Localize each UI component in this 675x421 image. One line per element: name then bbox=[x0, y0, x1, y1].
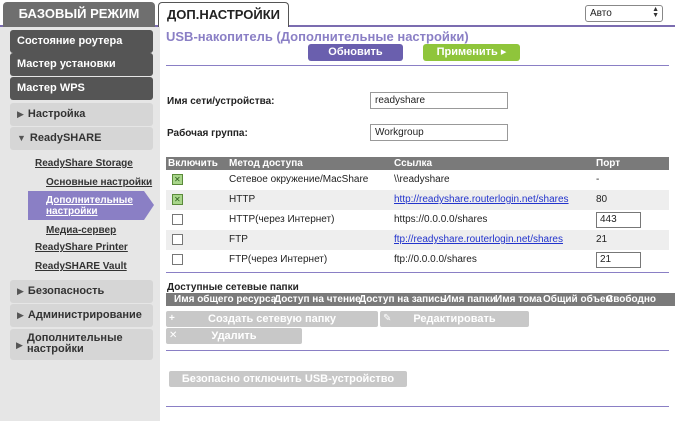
workgroup-input[interactable]: Workgroup bbox=[370, 124, 508, 141]
col-read-access: Доступ на чтение bbox=[274, 294, 361, 305]
port-cell: - bbox=[596, 174, 600, 185]
link-cell: https://0.0.0.0/shares bbox=[394, 214, 488, 225]
sidebar-item-administration[interactable]: ▶ Администрирование bbox=[10, 304, 153, 327]
table-row: Сетевое окружение/MacShare \\readyshare … bbox=[166, 170, 669, 190]
sidebar-item-router-status[interactable]: Состояние роутера bbox=[10, 30, 153, 53]
delete-button[interactable]: ✕ Удалить bbox=[166, 328, 302, 344]
edit-button[interactable]: ✎ Редактировать bbox=[380, 311, 529, 327]
sidebar-item-label: Администрирование bbox=[27, 309, 142, 321]
table-row: HTTP http://readyshare.routerlogin.net/s… bbox=[166, 190, 669, 210]
divider bbox=[166, 65, 669, 66]
divider bbox=[166, 406, 669, 407]
sidebar-item-security[interactable]: ▶ Безопасность bbox=[10, 280, 153, 303]
workgroup-label: Рабочая группа: bbox=[167, 128, 248, 139]
sidebar-item-advanced-setup[interactable]: ▶ Дополнительные настройки bbox=[10, 329, 153, 360]
method-cell: FTP bbox=[229, 234, 248, 245]
table-row: HTTP(через Интернет) https://0.0.0.0/sha… bbox=[166, 210, 669, 230]
sidebar-item-label: ReadySHARE bbox=[29, 132, 102, 144]
enable-checkbox[interactable] bbox=[172, 214, 183, 225]
col-volume-name: Имя тома bbox=[495, 294, 542, 305]
spinner-arrows-icon: ▲ ▼ bbox=[652, 6, 659, 19]
method-cell: Сетевое окружение/MacShare bbox=[229, 174, 369, 185]
sidebar-item-readyshare-printer[interactable]: ReadyShare Printer bbox=[35, 242, 128, 253]
divider bbox=[166, 272, 669, 273]
divider bbox=[166, 350, 669, 351]
delete-label: Удалить bbox=[211, 330, 257, 342]
col-enable: Включить bbox=[168, 158, 218, 169]
sidebar-item-label-line2: настройки bbox=[46, 206, 98, 217]
port-cell: 80 bbox=[596, 194, 608, 205]
caret-right-icon: ▶ bbox=[17, 286, 24, 296]
sidebar-item-label-line2: настройки bbox=[27, 343, 84, 355]
method-cell: HTTP bbox=[229, 194, 256, 205]
apply-button[interactable]: Применить ▸ bbox=[423, 44, 520, 61]
col-write-access: Доступ на запись bbox=[359, 294, 446, 305]
col-folder-name: Имя папки bbox=[444, 294, 496, 305]
safe-remove-usb-label: Безопасно отключить USB-устройство bbox=[181, 373, 395, 385]
folders-table-header: Имя общего ресурса Доступ на чтение Дост… bbox=[166, 293, 675, 306]
sidebar-item-readyshare[interactable]: ▼ ReadySHARE bbox=[10, 127, 153, 150]
sidebar-item-label: Настройка bbox=[27, 108, 86, 120]
caret-right-icon: ▶ bbox=[17, 310, 24, 320]
page-title: USB-накопитель (Дополнительные настройки… bbox=[166, 29, 469, 44]
col-share-name: Имя общего ресурса bbox=[174, 294, 277, 305]
language-select[interactable]: Авто ▲ ▼ bbox=[585, 5, 663, 22]
sidebar-item-label: Безопасность bbox=[27, 285, 105, 297]
caret-right-icon: ▶ bbox=[16, 340, 23, 350]
create-folder-button[interactable]: + Создать сетевую папку bbox=[166, 311, 378, 327]
col-link: Ссылка bbox=[394, 158, 433, 169]
col-free-space: Свободно bbox=[606, 294, 656, 305]
col-method: Метод доступа bbox=[229, 158, 303, 169]
create-folder-label: Создать сетевую папку bbox=[208, 313, 336, 325]
sidebar-item-wps-wizard[interactable]: Мастер WPS bbox=[10, 77, 153, 100]
sidebar-item-basic-settings[interactable]: Основные настройки bbox=[46, 177, 152, 188]
safe-remove-usb-button[interactable]: Безопасно отключить USB-устройство bbox=[169, 371, 407, 387]
sidebar-item-media-server[interactable]: Медиа-сервер bbox=[46, 225, 116, 236]
enable-checkbox[interactable] bbox=[172, 170, 183, 190]
shared-folders-title: Доступные сетевые папки bbox=[167, 282, 299, 293]
sidebar-item-readyshare-vault[interactable]: ReadySHARE Vault bbox=[35, 261, 127, 272]
device-name-label: Имя сети/устройства: bbox=[167, 96, 275, 107]
refresh-button[interactable]: Обновить bbox=[308, 44, 403, 61]
enable-checkbox[interactable] bbox=[172, 190, 183, 210]
main-panel: USB-накопитель (Дополнительные настройки… bbox=[160, 27, 675, 421]
col-port: Порт bbox=[596, 158, 621, 169]
link-cell[interactable]: http://readyshare.routerlogin.net/shares bbox=[394, 190, 569, 210]
tab-advanced-settings[interactable]: ДОП.НАСТРОЙКИ bbox=[158, 2, 289, 27]
device-name-input[interactable]: readyshare bbox=[370, 92, 508, 109]
sidebar-item-readyshare-storage[interactable]: ReadyShare Storage bbox=[35, 158, 133, 169]
edit-label: Редактировать bbox=[413, 313, 496, 325]
active-pointer bbox=[144, 191, 154, 220]
col-total-space: Общий объем bbox=[543, 294, 613, 305]
top-tab-bar: БАЗОВЫЙ РЕЖИМ ДОП.НАСТРОЙКИ Авто ▲ ▼ bbox=[0, 0, 675, 27]
port-input[interactable]: 21 bbox=[596, 252, 641, 268]
table-row: FTP ftp://readyshare.routerlogin.net/sha… bbox=[166, 230, 669, 250]
link-cell: \\readyshare bbox=[394, 174, 450, 185]
sidebar-item-setup-wizard[interactable]: Мастер установки bbox=[10, 53, 153, 76]
port-cell: 21 bbox=[596, 234, 608, 245]
enable-checkbox[interactable] bbox=[172, 234, 183, 245]
caret-right-icon: ▶ bbox=[17, 109, 24, 119]
caret-down-icon: ▼ bbox=[17, 133, 26, 143]
sidebar-item-label-line1: Дополнительные bbox=[46, 195, 133, 206]
sidebar: Состояние роутера Мастер установки Масте… bbox=[0, 27, 160, 421]
method-cell: FTP(через Интернет) bbox=[229, 254, 328, 265]
access-table-header: Включить Метод доступа Ссылка Порт bbox=[166, 157, 669, 170]
link-cell: ftp://0.0.0.0/shares bbox=[394, 254, 477, 265]
link-cell[interactable]: ftp://readyshare.routerlogin.net/shares bbox=[394, 230, 563, 250]
port-input[interactable]: 443 bbox=[596, 212, 641, 228]
enable-checkbox[interactable] bbox=[172, 254, 183, 265]
language-select-value: Авто bbox=[590, 8, 612, 19]
method-cell: HTTP(через Интернет) bbox=[229, 214, 335, 225]
table-row: FTP(через Интернет) ftp://0.0.0.0/shares… bbox=[166, 250, 669, 270]
sidebar-item-advanced-settings[interactable]: Дополнительные настройки bbox=[46, 195, 133, 217]
tab-basic-mode[interactable]: БАЗОВЫЙ РЕЖИМ bbox=[3, 2, 155, 27]
sidebar-item-setup[interactable]: ▶ Настройка bbox=[10, 103, 153, 126]
